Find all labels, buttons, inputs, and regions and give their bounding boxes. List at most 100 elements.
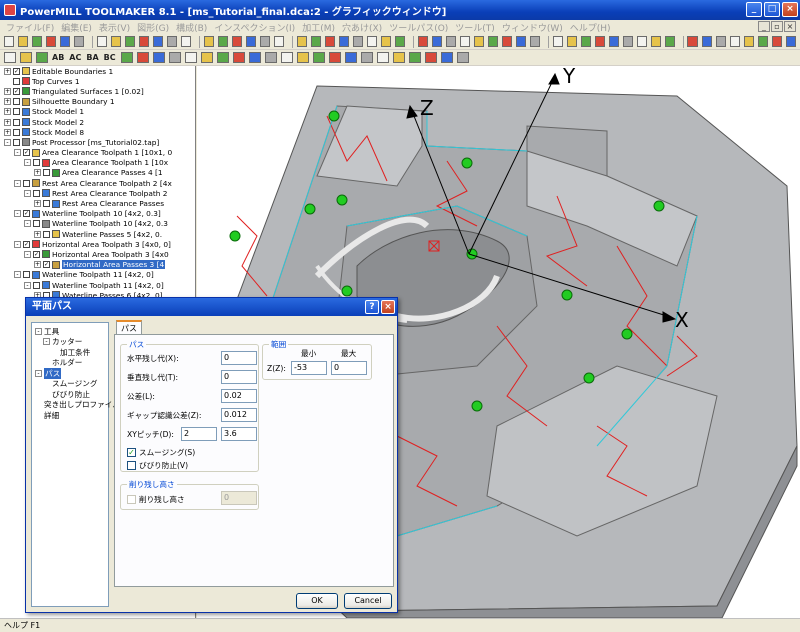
toolbar-tool-icon[interactable] (380, 36, 391, 47)
tree-expander-icon[interactable]: + (4, 108, 11, 116)
tree-checkbox[interactable] (13, 138, 20, 146)
toolbar-tool-icon[interactable] (296, 36, 307, 47)
toolbar-tool-icon[interactable] (408, 52, 421, 63)
tree-checkbox[interactable] (13, 108, 20, 116)
toolbar-tool-icon[interactable] (701, 36, 712, 47)
toolbar-tool-icon[interactable] (338, 36, 349, 47)
tree-expander-icon[interactable]: + (34, 261, 41, 269)
tree-expander-icon[interactable]: + (34, 169, 41, 177)
dialog-tree-expander-icon[interactable]: - (35, 327, 42, 335)
tree-expander-icon[interactable]: + (34, 200, 41, 208)
toolbar-tool-icon[interactable] (608, 36, 619, 47)
toolbar-tool-icon[interactable] (216, 52, 229, 63)
tree-checkbox[interactable]: ✓ (23, 240, 30, 248)
ok-button[interactable]: OK (296, 593, 338, 609)
toolbar-tool-icon[interactable] (4, 36, 15, 47)
menu-item[interactable]: 加工(M) (302, 21, 335, 34)
tree-expander-icon[interactable]: + (4, 67, 11, 75)
z-max-input[interactable]: 0 (331, 361, 367, 375)
menu-item[interactable]: 構成(B) (176, 21, 207, 34)
close-button[interactable]: × (782, 2, 798, 17)
toolbar-tool-icon[interactable] (248, 52, 261, 63)
toolbar-tool-icon[interactable] (46, 36, 57, 47)
tree-checkbox[interactable]: ✓ (33, 250, 40, 258)
chatter-checkbox[interactable] (127, 461, 136, 470)
toolbar-tool-icon[interactable] (344, 52, 357, 63)
toolbar-tool-icon[interactable] (4, 52, 16, 63)
toolbar-tool-icon[interactable] (771, 36, 782, 47)
tree-item[interactable]: - ✓ Horizontal Area Toolpath 3 [4x0, 0] (0, 239, 195, 249)
toolbar-tool-icon[interactable] (636, 36, 647, 47)
tree-checkbox[interactable] (23, 271, 30, 279)
tree-checkbox[interactable] (33, 281, 40, 289)
toolbar-tool-icon[interactable] (96, 36, 107, 47)
toolbar-tool-icon[interactable] (217, 36, 228, 47)
vertical-allowance-input[interactable]: 0 (221, 370, 257, 384)
toolbar-tool-icon[interactable] (366, 36, 377, 47)
dialog-tree-item[interactable]: - パス (32, 367, 108, 379)
tree-expander-icon[interactable]: + (4, 118, 11, 126)
tree-item[interactable]: + Waterline Passes 5 [4x2, 0. (0, 229, 195, 239)
tree-item[interactable]: + ✓ Editable Boundaries 1 (0, 66, 195, 76)
toolbar-tool-icon[interactable] (168, 52, 181, 63)
mdi-restore-button[interactable]: ▫ (771, 21, 783, 32)
tree-item[interactable]: + Stock Model 8 (0, 127, 195, 137)
tree-item[interactable]: - Rest Area Clearance Toolpath 2 (0, 188, 195, 198)
toolbar-tool-icon[interactable] (152, 36, 163, 47)
tree-expander-icon[interactable]: + (34, 230, 41, 238)
toolbar-tool-icon[interactable] (417, 36, 428, 47)
tab-pass[interactable]: パス (116, 320, 142, 334)
toolbar-tool-icon[interactable] (110, 36, 121, 47)
tree-item[interactable]: - Post Processor [ms_Tutorial02.tap] (0, 137, 195, 147)
toolbar-tool-icon[interactable] (231, 36, 242, 47)
tree-expander-icon[interactable]: - (14, 179, 21, 187)
toolbar-tool-icon[interactable] (120, 52, 133, 63)
menu-item[interactable]: インスペクション(I) (214, 21, 295, 34)
menu-item[interactable]: 編集(E) (61, 21, 92, 34)
tree-expander-icon[interactable]: + (4, 98, 11, 106)
toolbar-tool-icon[interactable] (743, 36, 754, 47)
toolbar-tool-icon[interactable] (124, 36, 135, 47)
menu-item[interactable]: ヘルプ(H) (570, 21, 611, 34)
menu-item[interactable]: ウィンドウ(W) (502, 21, 563, 34)
dialog-tree-item[interactable]: ホルダー (32, 358, 108, 369)
toolbar-tool-icon[interactable] (312, 52, 325, 63)
tree-checkbox[interactable] (43, 200, 50, 208)
dialog-title-bar[interactable]: 平面パス ? × (26, 298, 397, 316)
tree-checkbox[interactable]: ✓ (43, 261, 50, 269)
toolbar-tool-icon[interactable] (328, 52, 341, 63)
tree-item[interactable]: - Waterline Toolpath 11 [4x2, 0] (0, 270, 195, 280)
toolbar-tool-icon[interactable] (232, 52, 245, 63)
toolbar-tool-icon[interactable] (245, 36, 256, 47)
dialog-tree-expander-icon[interactable]: - (43, 338, 50, 346)
tree-checkbox[interactable] (13, 118, 20, 126)
tree-item[interactable]: - ✓ Horizontal Area Toolpath 3 [4x0 (0, 249, 195, 259)
dialog-tree-item[interactable]: - 工具 (32, 326, 108, 337)
toolbar-tool-icon[interactable] (440, 52, 453, 63)
tree-item[interactable]: - ✓ Waterline Toolpath 10 [4x2, 0.3] (0, 209, 195, 219)
gap-tolerance-input[interactable]: 0.012 (221, 408, 257, 422)
tree-expander-icon[interactable]: - (14, 149, 21, 157)
toolbar-tool-icon[interactable] (310, 36, 321, 47)
toolbar-tool-icon[interactable] (687, 36, 698, 47)
toolbar-tool-icon[interactable] (184, 52, 197, 63)
dialog-help-button[interactable]: ? (365, 300, 379, 314)
dialog-tree-item[interactable]: 詳細 (32, 410, 108, 421)
toolbar-text-button[interactable]: AB (52, 53, 64, 62)
tree-checkbox[interactable] (23, 179, 30, 187)
toolbar-tool-icon[interactable] (431, 36, 442, 47)
mdi-minimize-button[interactable]: _ (758, 21, 770, 32)
dialog-tree-item[interactable]: びびり防止 (32, 389, 108, 400)
menu-item[interactable]: ツールパス(O) (389, 21, 448, 34)
toolbar-tool-icon[interactable] (529, 36, 540, 47)
tree-item[interactable]: + Rest Area Clearance Passes (0, 198, 195, 208)
toolbar-tool-icon[interactable] (74, 36, 85, 47)
toolbar-tool-icon[interactable] (580, 36, 591, 47)
cancel-button[interactable]: Cancel (344, 593, 392, 609)
toolbar-tool-icon[interactable] (180, 36, 191, 47)
toolbar-tool-icon[interactable] (360, 52, 373, 63)
tree-checkbox[interactable] (13, 128, 20, 136)
tree-checkbox[interactable]: ✓ (13, 87, 20, 95)
tree-checkbox[interactable] (43, 169, 50, 177)
toolbar-tool-icon[interactable] (280, 52, 293, 63)
